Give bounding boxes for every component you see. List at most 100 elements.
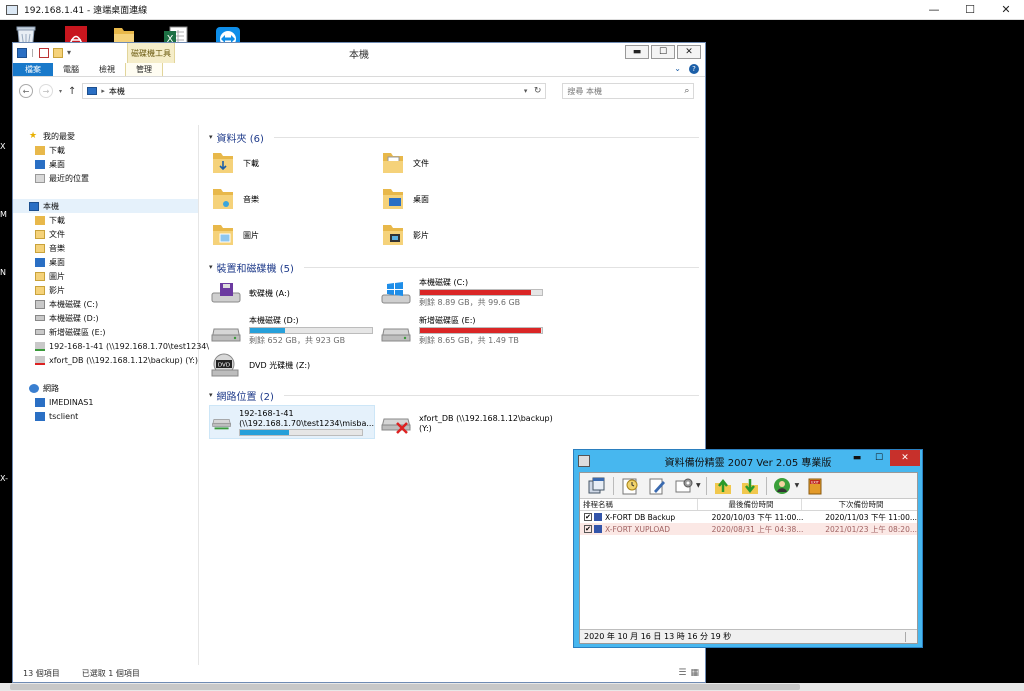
folder-tile-music[interactable]: 音樂 <box>211 185 259 213</box>
explorer-close-button[interactable]: ✕ <box>677 45 701 59</box>
tab-computer[interactable]: 電腦 <box>53 63 89 76</box>
settings-dropdown-icon[interactable]: ▼ <box>696 482 701 489</box>
nav-item-network-drive-1[interactable]: 192-168-1-41 (\\192.168.1.70\test1234\ <box>13 339 209 353</box>
refresh-icon[interactable]: ↻ <box>534 86 542 96</box>
drive-tile-e[interactable]: 新增磁碟區 (E:) 剩餘 8.65 GB，共 1.49 TB <box>381 315 543 346</box>
tab-manage[interactable]: 管理 <box>125 63 163 76</box>
column-last-backup[interactable]: 最後備份時間 <box>698 499 802 510</box>
drive-tile-floppy-a[interactable]: 軟碟機 (A:) <box>211 281 290 305</box>
tab-view[interactable]: 檢視 <box>89 63 125 76</box>
help-icon[interactable]: ? <box>689 64 699 74</box>
folders-group-header[interactable]: ▾ 資料夾 (6) <box>209 129 699 145</box>
star-icon: ★ <box>29 130 38 141</box>
up-button[interactable]: ↑ <box>68 86 76 97</box>
search-input[interactable]: 搜尋 本機 ⌕ <box>562 83 695 99</box>
schedule-row[interactable]: ✔ X-FORT DB Backup 2020/10/03 下午 11:00..… <box>580 511 917 523</box>
details-view-icon[interactable]: ☰ <box>678 668 686 678</box>
windows-drive-icon <box>381 281 411 303</box>
user-button[interactable] <box>772 476 794 496</box>
folder-tile-downloads[interactable]: 下載 <box>211 149 259 177</box>
network-tile-192-168-1-41[interactable]: 192-168-1-41 (\\192.168.1.70\test1234\mi… <box>209 405 375 439</box>
properties-icon[interactable] <box>39 48 49 58</box>
edit-schedule-button[interactable] <box>646 476 668 496</box>
videos-folder-icon <box>383 225 403 245</box>
new-schedule-button[interactable] <box>619 476 641 496</box>
user-dropdown-icon[interactable]: ▼ <box>795 482 800 489</box>
back-button[interactable]: ← <box>19 84 33 98</box>
folder-tile-documents[interactable]: 文件 <box>381 149 429 177</box>
drive-tile-c[interactable]: 本機磁碟 (C:) 剩餘 8.89 GB，共 99.6 GB <box>381 277 543 308</box>
address-bar[interactable]: ▸ 本機 ▾ ↻ <box>82 83 547 99</box>
nav-item-downloads-fav[interactable]: 下載 <box>13 143 198 157</box>
nav-item-recent[interactable]: 最近的位置 <box>13 171 198 185</box>
nav-label: 圖片 <box>49 271 65 281</box>
nav-item-drive-e[interactable]: 新增磁碟區 (E:) <box>13 325 198 339</box>
nav-item-pictures[interactable]: 圖片 <box>13 269 198 283</box>
folder-tile-pictures[interactable]: 圖片 <box>211 221 259 249</box>
nav-item-network-drive-y[interactable]: xfort_DB (\\192.168.1.12\backup) (Y:) <box>13 353 198 367</box>
tiles-view-icon[interactable]: ▦ <box>690 668 699 678</box>
tab-file[interactable]: 檔案 <box>13 63 53 76</box>
schedule-checkbox[interactable]: ✔ <box>584 513 592 521</box>
new-folder-icon[interactable] <box>53 48 63 58</box>
remote-desktop-icon <box>6 4 18 15</box>
network-tile-xfort-db[interactable]: xfort_DB (\\192.168.1.12\backup) (Y:) <box>381 411 553 435</box>
rdp-horizontal-scrollbar[interactable] <box>10 684 800 690</box>
schedule-list-button[interactable] <box>586 476 608 496</box>
nav-item-music[interactable]: 音樂 <box>13 241 198 255</box>
nav-item-drive-c[interactable]: 本機磁碟 (C:) <box>13 297 198 311</box>
schedule-name: X-FORT DB Backup <box>605 512 676 522</box>
recent-locations-icon[interactable]: ▾ <box>59 88 62 95</box>
backup-minimize-button[interactable]: ▬ <box>846 450 868 466</box>
rdp-close-button[interactable]: ✕ <box>988 0 1024 20</box>
nav-label: tsclient <box>49 411 79 421</box>
nav-item-downloads[interactable]: 下載 <box>13 213 198 227</box>
resize-grip[interactable] <box>905 632 915 642</box>
drives-group-header[interactable]: ▾ 裝置和磁碟機 (5) <box>209 259 699 275</box>
nav-item-documents[interactable]: 文件 <box>13 227 198 241</box>
explorer-maximize-button[interactable]: ☐ <box>651 45 675 59</box>
address-dropdown-icon[interactable]: ▾ <box>524 87 528 95</box>
rdp-minimize-button[interactable]: — <box>916 0 952 20</box>
drive-tile-dvd-z[interactable]: DVD DVD 光碟機 (Z:) <box>211 353 310 377</box>
schedule-settings-button[interactable] <box>673 476 695 496</box>
quick-access-dropdown-icon[interactable]: ▾ <box>67 48 75 58</box>
nav-item-desktop[interactable]: 桌面 <box>13 255 198 269</box>
schedule-checkbox[interactable]: ✔ <box>584 525 592 533</box>
explorer-minimize-button[interactable]: ▬ <box>625 45 649 59</box>
column-next-backup[interactable]: 下次備份時間 <box>802 499 917 510</box>
ribbon-expand-icon[interactable]: ⌄ <box>674 64 681 74</box>
nav-network[interactable]: 網路 <box>13 381 198 395</box>
drive-tile-d[interactable]: 本機磁碟 (D:) 剩餘 652 GB，共 923 GB <box>211 315 373 346</box>
network-drive-icon <box>212 419 231 430</box>
exit-button[interactable]: EXIT <box>804 476 826 496</box>
rdp-bottom-border <box>0 683 1024 691</box>
svg-text:DVD: DVD <box>218 363 230 369</box>
forward-button[interactable]: → <box>39 84 53 98</box>
backup-maximize-button[interactable]: ☐ <box>868 450 890 466</box>
downloads-icon <box>35 145 45 155</box>
nav-label: 本機磁碟 (C:) <box>49 299 99 309</box>
nav-item-drive-d[interactable]: 本機磁碟 (D:) <box>13 311 198 325</box>
backup-close-button[interactable]: ✕ <box>890 450 920 466</box>
nav-item-imedinas1[interactable]: IMEDINAS1 <box>13 395 198 409</box>
rdp-maximize-button[interactable]: ☐ <box>952 0 988 20</box>
nav-item-tsclient[interactable]: tsclient <box>13 409 198 423</box>
address-text: 本機 <box>108 86 125 96</box>
nav-favorites[interactable]: ★ 我的最愛 <box>13 129 198 143</box>
restore-button[interactable] <box>739 476 761 496</box>
folder-tile-desktop[interactable]: 桌面 <box>381 185 429 213</box>
folder-tile-videos[interactable]: 影片 <box>381 221 429 249</box>
backup-now-button[interactable] <box>712 476 734 496</box>
next-backup-time: 2021/01/23 上午 08:20... <box>825 524 917 534</box>
nav-this-pc[interactable]: 本機 <box>13 199 198 213</box>
column-schedule-name[interactable]: 排程名稱 <box>580 499 698 510</box>
explorer-titlebar: | ▾ 磁碟機工具 本機 ▬ ☐ ✕ <box>13 43 705 63</box>
schedule-row[interactable]: ✔ X-FORT XUPLOAD 2020/08/31 上午 04:38... … <box>580 523 917 535</box>
disconnected-drive-icon <box>35 355 45 365</box>
network-locations-group-header[interactable]: ▾ 網路位置 (2) <box>209 387 699 403</box>
nav-item-videos[interactable]: 影片 <box>13 283 198 297</box>
toolbar-separator <box>613 476 614 495</box>
nav-item-desktop-fav[interactable]: 桌面 <box>13 157 198 171</box>
group-title: 網路位置 (2) <box>216 391 274 403</box>
